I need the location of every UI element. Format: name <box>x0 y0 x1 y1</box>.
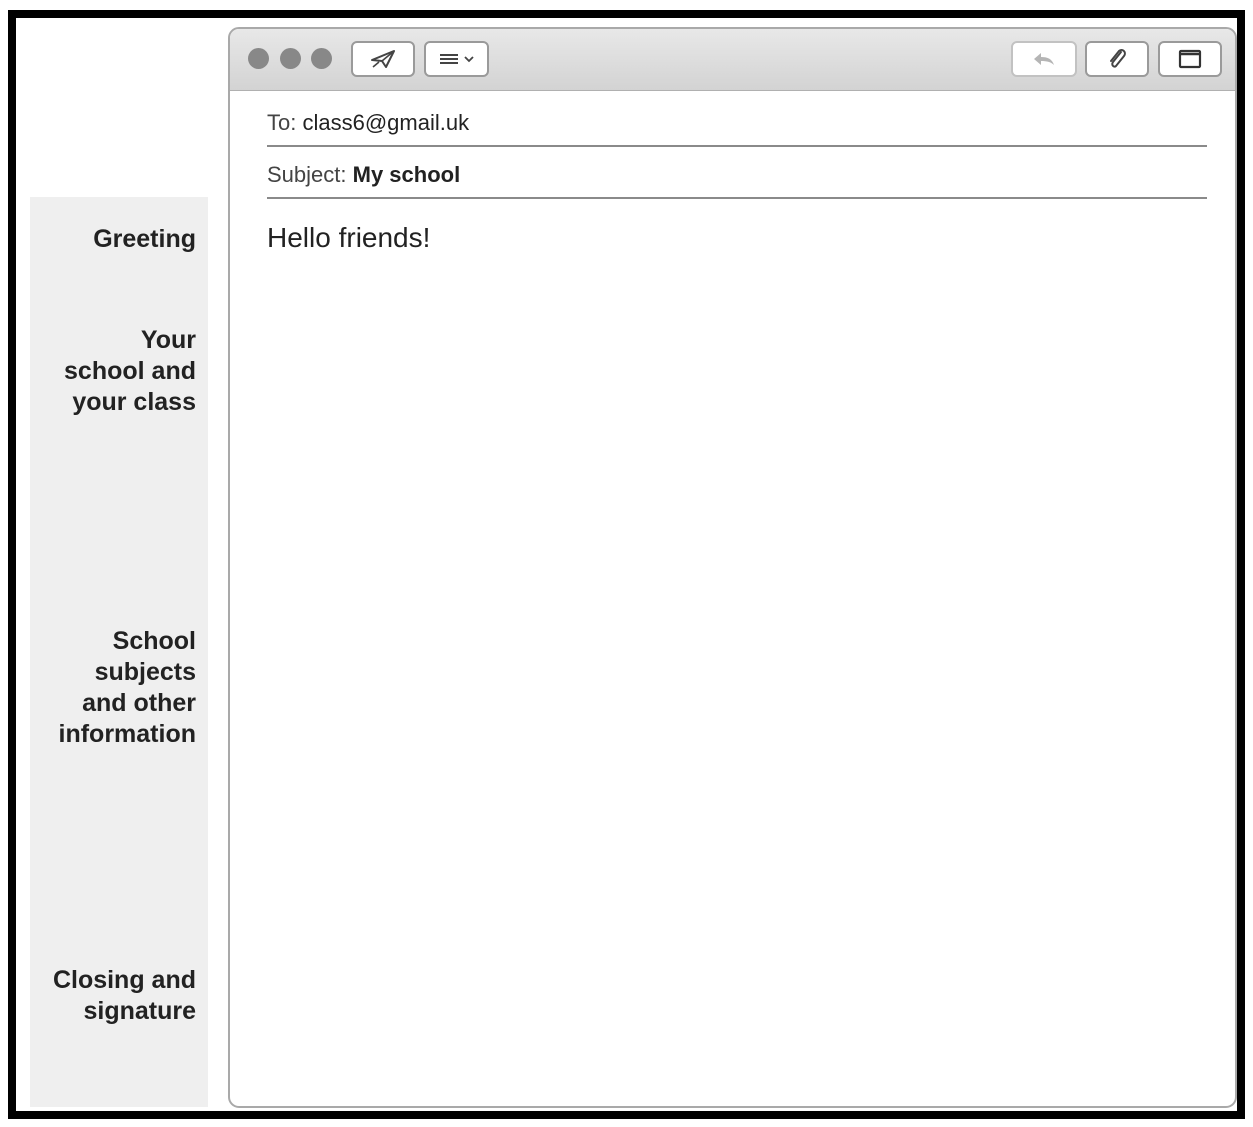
reply-icon <box>1034 53 1054 65</box>
to-value: class6@gmail.uk <box>302 110 470 135</box>
window-titlebar <box>230 29 1235 91</box>
minimize-window-button[interactable] <box>280 48 301 69</box>
to-field[interactable]: To: class6@gmail.uk <box>267 110 469 136</box>
annotation-greeting: Greeting <box>93 225 196 253</box>
window-icon <box>1178 49 1202 69</box>
format-menu-icon <box>440 54 458 64</box>
send-icon <box>371 50 395 68</box>
annotation-sidebar: Greeting Your school and your class Scho… <box>30 197 208 1107</box>
annotation-subjects-and-info: School subjects and other information <box>58 627 197 748</box>
subject-value: My school <box>352 162 461 187</box>
attach-button[interactable] <box>1085 41 1149 77</box>
format-menu-button[interactable] <box>424 41 489 77</box>
to-label: To: <box>267 110 297 135</box>
email-compose-window: To: class6@gmail.uk Subject: My school H… <box>228 27 1237 1108</box>
window-button[interactable] <box>1158 41 1222 77</box>
zoom-window-button[interactable] <box>311 48 332 69</box>
close-window-button[interactable] <box>248 48 269 69</box>
send-button[interactable] <box>351 41 415 77</box>
to-divider <box>267 145 1207 147</box>
annotation-school-and-class: Your school and your class <box>64 326 196 416</box>
subject-field[interactable]: Subject: My school <box>267 162 460 188</box>
reply-button[interactable] <box>1011 41 1077 77</box>
subject-divider <box>267 197 1207 199</box>
subject-label: Subject: <box>267 162 347 187</box>
chevron-down-icon <box>464 56 474 63</box>
message-body[interactable]: Hello friends! <box>267 222 430 254</box>
annotation-closing-and-signature: Closing and signature <box>52 966 196 1025</box>
attach-icon <box>1110 48 1126 68</box>
